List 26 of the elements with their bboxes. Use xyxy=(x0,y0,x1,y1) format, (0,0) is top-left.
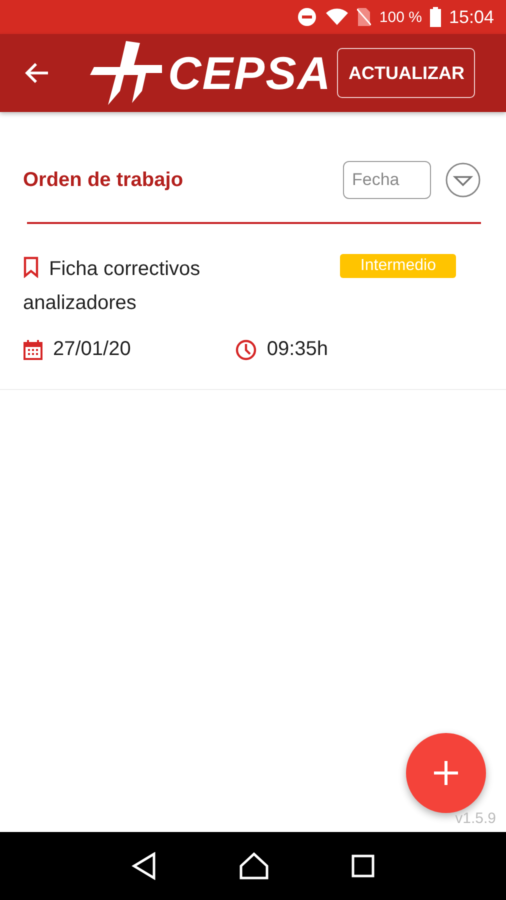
version-label: v1.5.9 xyxy=(455,810,496,827)
update-button[interactable]: ACTUALIZAR xyxy=(337,48,476,98)
logo-icon xyxy=(88,39,162,107)
logo-text: CEPSA xyxy=(168,46,332,100)
add-button[interactable] xyxy=(406,733,486,813)
back-icon[interactable] xyxy=(131,852,157,880)
wifi-icon xyxy=(325,7,350,27)
back-arrow-icon[interactable] xyxy=(24,61,50,85)
do-not-disturb-icon xyxy=(297,7,318,27)
clock-time: 15:04 xyxy=(448,6,494,28)
plus-icon xyxy=(433,760,459,786)
home-icon[interactable] xyxy=(239,852,269,880)
order-title: Ficha correctivos analizadores xyxy=(23,255,202,316)
recents-icon[interactable] xyxy=(351,854,375,878)
battery-icon xyxy=(430,7,441,27)
no-sim-icon xyxy=(357,7,372,27)
order-time: 09:35h xyxy=(266,338,328,361)
priority-tag: Intermedio xyxy=(340,254,456,278)
section-title: Orden de trabajo xyxy=(23,168,184,192)
battery-percent: 100 % xyxy=(379,8,422,26)
date-field[interactable]: Fecha xyxy=(343,161,431,199)
dropdown-icon[interactable] xyxy=(445,162,481,198)
order-date: 27/01/20 xyxy=(53,338,131,361)
calendar-icon xyxy=(23,338,43,360)
bookmark-icon xyxy=(23,256,39,278)
clock-icon xyxy=(234,338,257,360)
